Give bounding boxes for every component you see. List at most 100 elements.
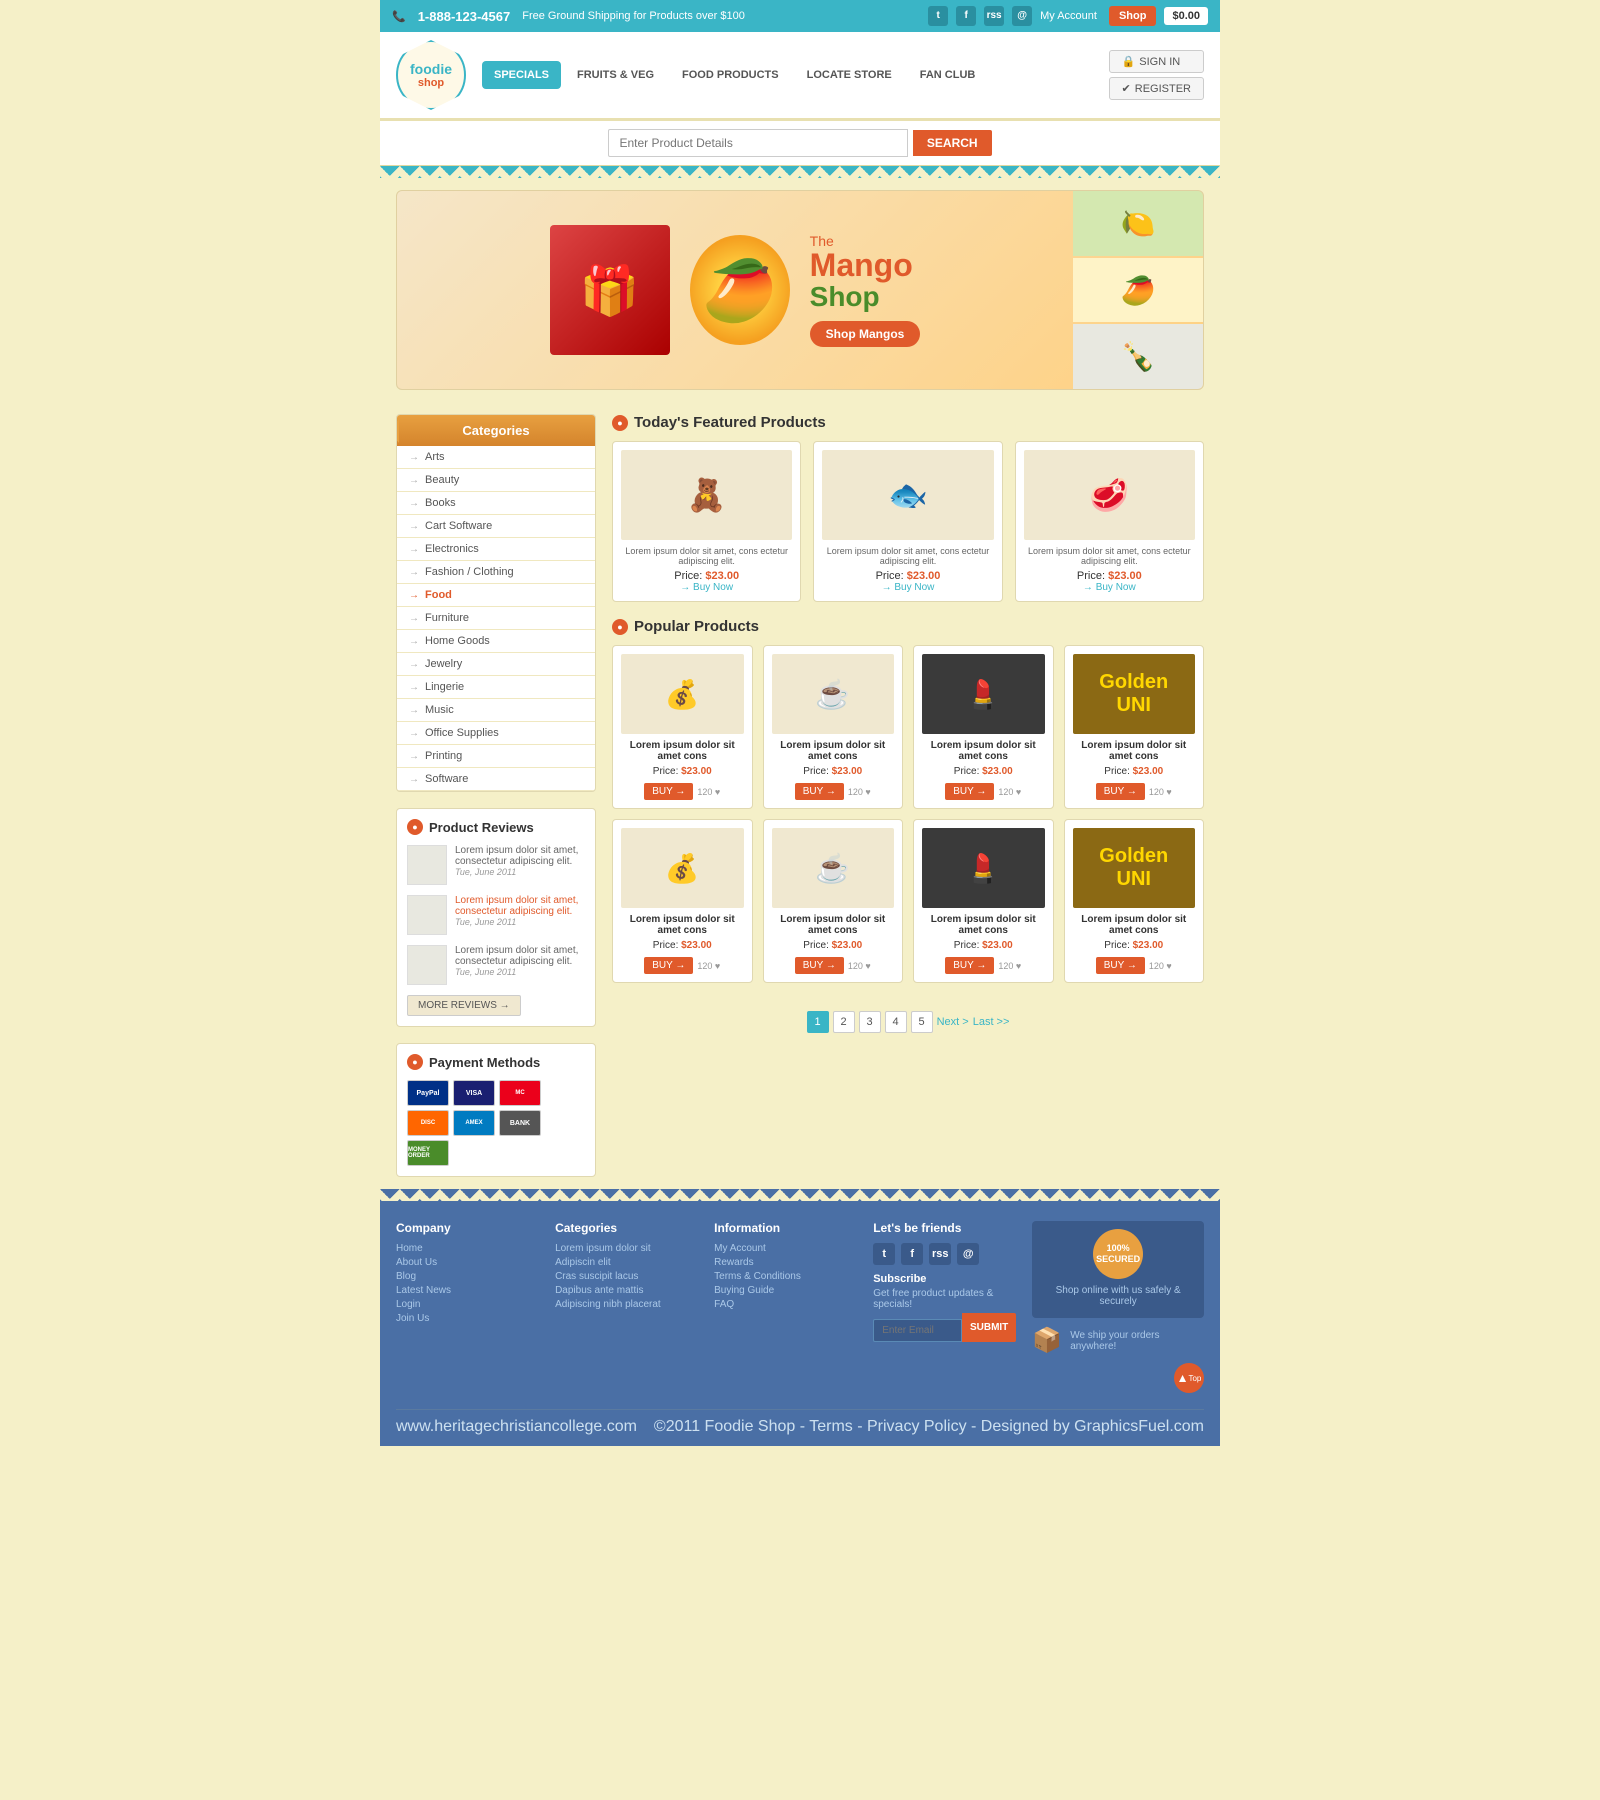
nav-food-products[interactable]: FOOD PRODUCTS [670, 61, 791, 89]
facebook-icon[interactable]: f [956, 6, 976, 26]
payment-title: ● Payment Methods [407, 1054, 585, 1070]
buy-button-3[interactable]: BUY → [945, 783, 994, 800]
footer-join[interactable]: Join Us [396, 1313, 539, 1324]
buy-button-5[interactable]: BUY → [644, 957, 693, 974]
twitter-icon[interactable]: t [928, 6, 948, 26]
shop-button[interactable]: Shop [1109, 6, 1157, 26]
footer-terms[interactable]: Terms & Conditions [714, 1271, 857, 1282]
footer-company: Company Home About Us Blog Latest News L… [396, 1221, 539, 1393]
footer-facebook-icon[interactable]: f [901, 1243, 923, 1265]
main-nav: SPECIALS FRUITS & VEG FOOD PRODUCTS LOCA… [482, 61, 987, 89]
mastercard-icon: MC [499, 1080, 541, 1106]
featured-title: ● Today's Featured Products [612, 414, 1204, 431]
subscribe-button[interactable]: SUBMIT [962, 1313, 1016, 1342]
category-home-goods[interactable]: → Home Goods [397, 630, 595, 653]
footer-rewards[interactable]: Rewards [714, 1257, 857, 1268]
featured-buy-2[interactable]: → Buy Now [822, 582, 993, 593]
category-cart-software[interactable]: → Cart Software [397, 515, 595, 538]
category-food[interactable]: → Food [397, 584, 595, 607]
page-4[interactable]: 4 [885, 1011, 907, 1033]
buy-button-4[interactable]: BUY → [1096, 783, 1145, 800]
likes-8: 120 ♥ [1149, 961, 1172, 971]
review-content-3: Lorem ipsum dolor sit amet, consectetur … [455, 945, 585, 985]
footer-news[interactable]: Latest News [396, 1285, 539, 1296]
footer-home[interactable]: Home [396, 1243, 539, 1254]
logo-line2: shop [418, 77, 444, 89]
category-furniture[interactable]: → Furniture [397, 607, 595, 630]
category-office-supplies[interactable]: → Office Supplies [397, 722, 595, 745]
top-bar: 📞 1-888-123-4567 Free Ground Shipping fo… [380, 0, 1220, 32]
back-to-top-button[interactable]: ▲Top [1174, 1363, 1204, 1393]
review-item-1: Lorem ipsum dolor sit amet, consectetur … [407, 845, 585, 885]
popular-img-7: 💄 [922, 828, 1045, 908]
logo-line1: foodie [410, 61, 452, 77]
footer-email-icon[interactable]: @ [957, 1243, 979, 1265]
footer-bottom-left: www.heritagechristiancollege.com [396, 1418, 637, 1436]
page-next[interactable]: Next > [937, 1016, 969, 1028]
popular-price-2: Price: $23.00 [772, 766, 895, 777]
my-account-link[interactable]: My Account [1040, 10, 1097, 22]
category-software[interactable]: → Software [397, 768, 595, 791]
zigzag-bottom [380, 1189, 1220, 1201]
footer-subscribe-label: Subscribe [873, 1273, 1016, 1285]
footer-about[interactable]: About Us [396, 1257, 539, 1268]
popular-img-6: ☕ [772, 828, 895, 908]
footer-rss-icon[interactable]: rss [929, 1243, 951, 1265]
nav-fruits[interactable]: FRUITS & VEG [565, 61, 666, 89]
footer-friends-title: Let's be friends [873, 1221, 1016, 1235]
rss-icon[interactable]: rss [984, 6, 1004, 26]
page-5[interactable]: 5 [911, 1011, 933, 1033]
popular-product-1: 💰 Lorem ipsum dolor sit amet cons Price:… [612, 645, 753, 809]
search-button[interactable]: SEARCH [913, 130, 992, 156]
category-jewelry[interactable]: → Jewelry [397, 653, 595, 676]
featured-buy-3[interactable]: → Buy Now [1024, 582, 1195, 593]
logo[interactable]: foodie shop [396, 40, 466, 110]
footer-cat-2[interactable]: Adipiscin elit [555, 1257, 698, 1268]
popular-product-7: 💄 Lorem ipsum dolor sit amet cons Price:… [913, 819, 1054, 983]
buy-button-8[interactable]: BUY → [1096, 957, 1145, 974]
footer-faq[interactable]: FAQ [714, 1299, 857, 1310]
payment-icons: PayPal VISA MC DISC AMEX BANK MONEY ORDE… [407, 1080, 585, 1166]
subscribe-input[interactable] [873, 1319, 962, 1342]
category-arts[interactable]: → Arts [397, 446, 595, 469]
nav-locate-store[interactable]: LOCATE STORE [795, 61, 904, 89]
signin-button[interactable]: 🔒 SIGN IN [1109, 50, 1204, 73]
footer-my-account[interactable]: My Account [714, 1243, 857, 1254]
page-2[interactable]: 2 [833, 1011, 855, 1033]
page-last[interactable]: Last >> [973, 1016, 1010, 1028]
buy-button-7[interactable]: BUY → [945, 957, 994, 974]
category-printing[interactable]: → Printing [397, 745, 595, 768]
category-fashion[interactable]: → Fashion / Clothing [397, 561, 595, 584]
featured-desc-1: Lorem ipsum dolor sit amet, cons ectetur… [621, 546, 792, 566]
banner-cta-button[interactable]: Shop Mangos [810, 321, 921, 347]
buy-button-6[interactable]: BUY → [795, 957, 844, 974]
nav-specials[interactable]: SPECIALS [482, 61, 561, 89]
category-music[interactable]: → Music [397, 699, 595, 722]
footer-blog[interactable]: Blog [396, 1271, 539, 1282]
footer-login[interactable]: Login [396, 1299, 539, 1310]
footer-cat-1[interactable]: Lorem ipsum dolor sit [555, 1243, 698, 1254]
money-order-icon: MONEY ORDER [407, 1140, 449, 1166]
hero-banner: 🎁 🥭 The Mango Shop Shop Mangos 🍋 🥭 🍾 [396, 190, 1204, 390]
footer-cat-3[interactable]: Cras suscipit lacus [555, 1271, 698, 1282]
footer-buying[interactable]: Buying Guide [714, 1285, 857, 1296]
reviews-bullet: ● [407, 819, 423, 835]
buy-button-2[interactable]: BUY → [795, 783, 844, 800]
category-books[interactable]: → Books [397, 492, 595, 515]
featured-buy-1[interactable]: → Buy Now [621, 582, 792, 593]
search-input[interactable] [608, 129, 908, 157]
category-beauty[interactable]: → Beauty [397, 469, 595, 492]
footer-cat-5[interactable]: Adipiscing nibh placerat [555, 1299, 698, 1310]
footer-twitter-icon[interactable]: t [873, 1243, 895, 1265]
nav-fan-club[interactable]: FAN CLUB [908, 61, 988, 89]
category-lingerie[interactable]: → Lingerie [397, 676, 595, 699]
page-3[interactable]: 3 [859, 1011, 881, 1033]
register-button[interactable]: ✔ REGISTER [1109, 77, 1204, 100]
buy-button-1[interactable]: BUY → [644, 783, 693, 800]
email-icon[interactable]: @ [1012, 6, 1032, 26]
more-reviews-button[interactable]: MORE REVIEWS → [407, 995, 521, 1016]
page-1[interactable]: 1 [807, 1011, 829, 1033]
category-electronics[interactable]: → Electronics [397, 538, 595, 561]
footer-cat-4[interactable]: Dapibus ante mattis [555, 1285, 698, 1296]
review-date-1: Tue, June 2011 [455, 867, 516, 877]
